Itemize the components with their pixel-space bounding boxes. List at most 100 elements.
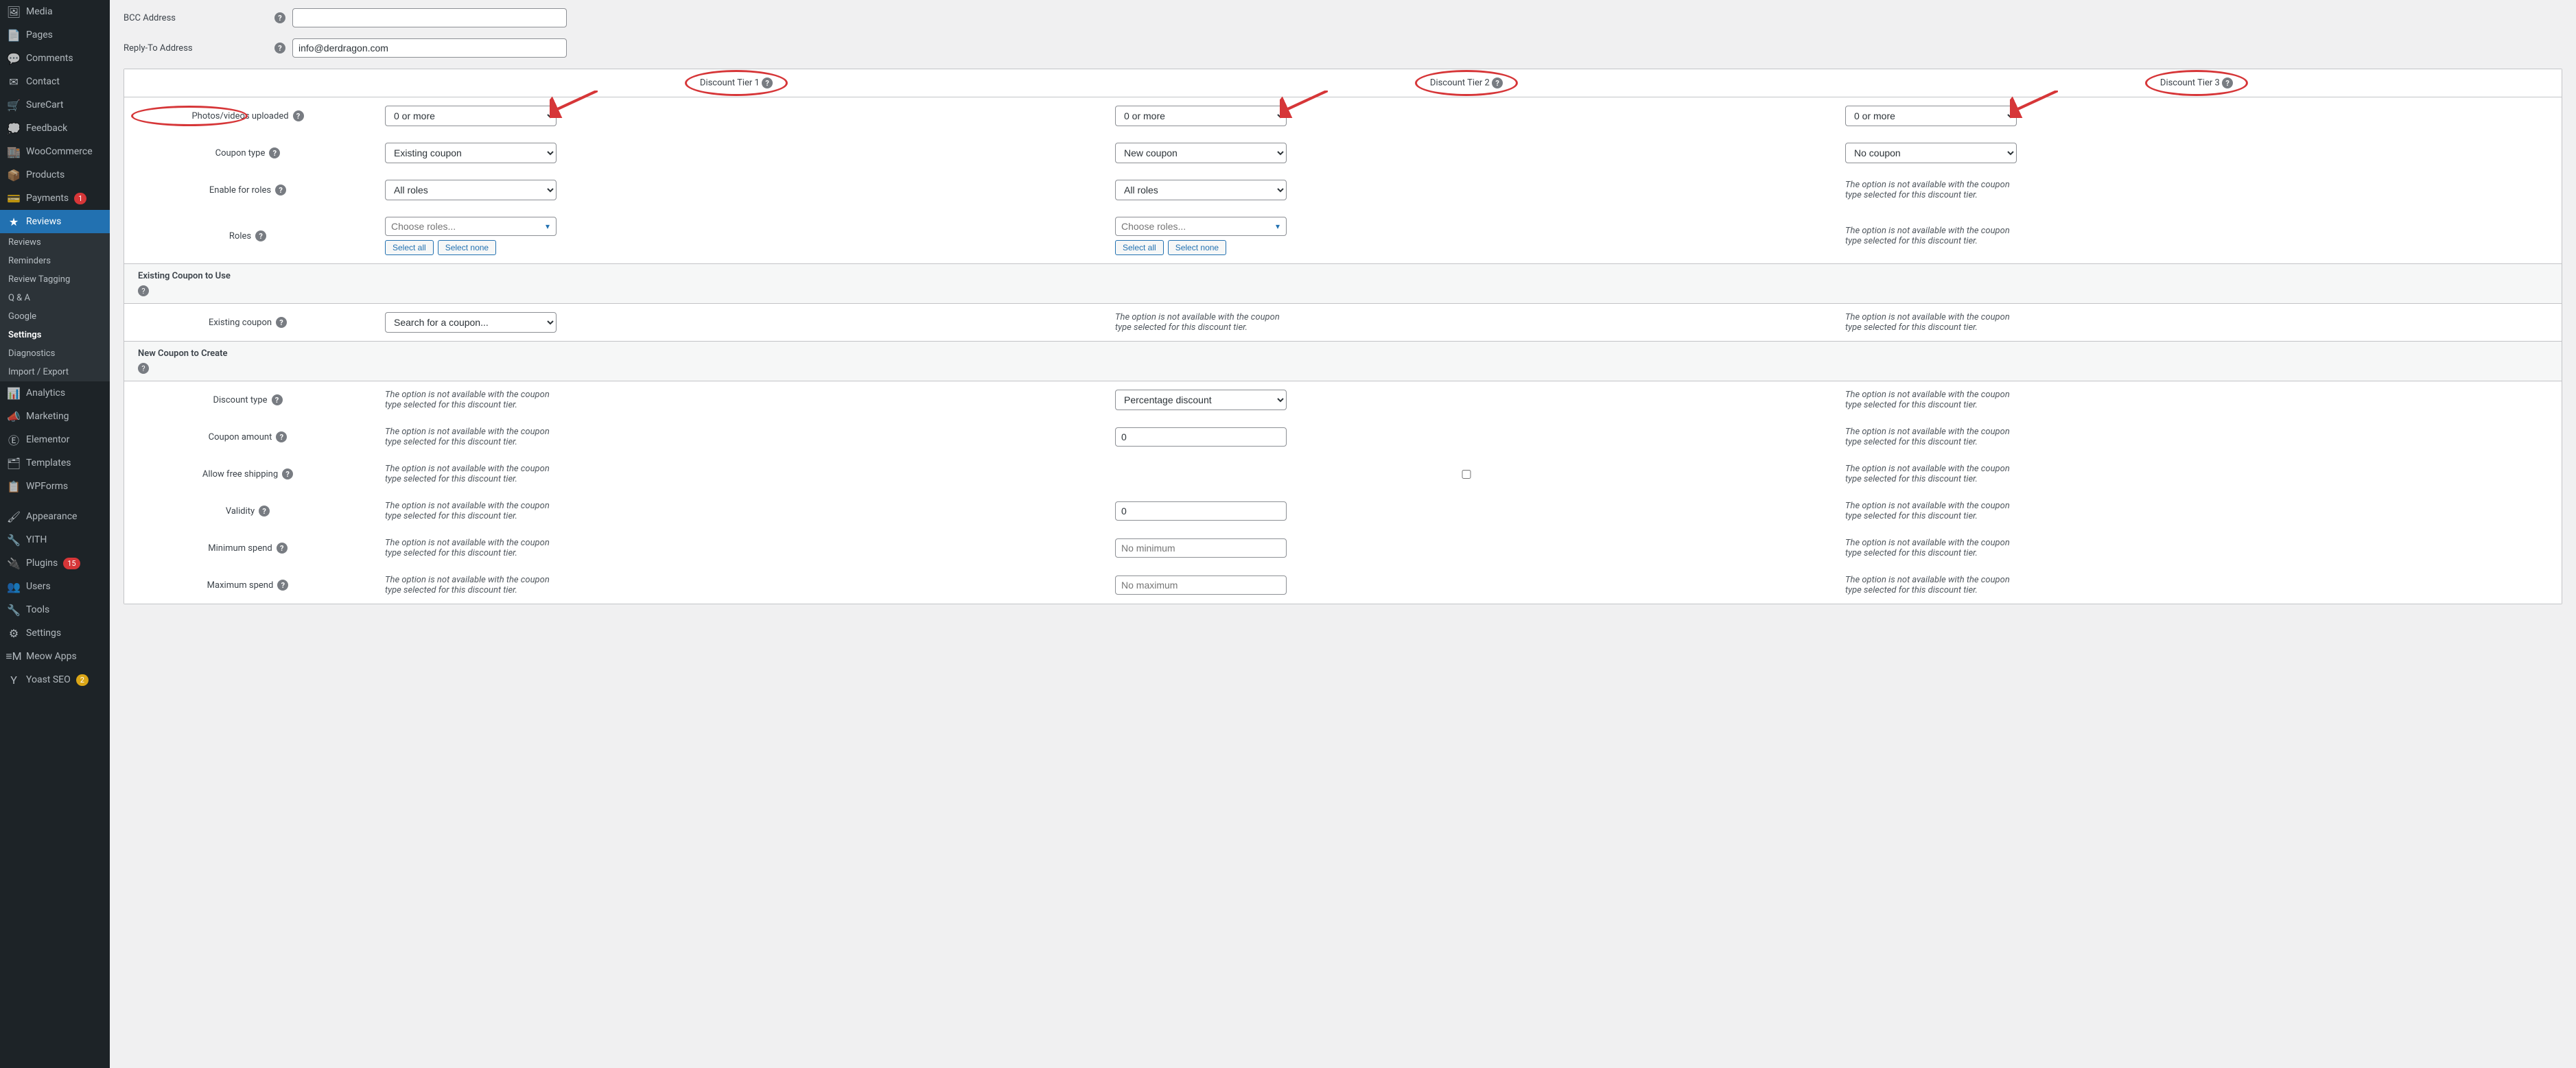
sidebar-item-payments[interactable]: 💳Payments1: [0, 187, 110, 210]
help-icon[interactable]: ?: [255, 230, 266, 241]
sidebar-item-label: Feedback: [26, 123, 67, 134]
coupon-amount-t2[interactable]: [1115, 427, 1287, 447]
sidebar-subitem-reminders[interactable]: Reminders: [0, 252, 110, 270]
sidebar-item-elementor[interactable]: ⒺElementor: [0, 428, 110, 451]
help-icon[interactable]: ?: [282, 468, 293, 479]
elementor-icon: Ⓔ: [7, 433, 21, 447]
sidebar-subitem-review-tagging[interactable]: Review Tagging: [0, 270, 110, 289]
help-icon[interactable]: ?: [276, 431, 287, 442]
plugins-icon: 🔌: [7, 556, 21, 570]
roles-t1-input[interactable]: [385, 217, 557, 236]
sidebar-item-reviews[interactable]: ★Reviews: [0, 210, 110, 233]
help-icon[interactable]: ?: [1492, 78, 1503, 88]
wpforms-icon: 📋: [7, 479, 21, 493]
enable-roles-t2[interactable]: All roles: [1115, 180, 1287, 200]
select-none-button[interactable]: Select none: [1168, 240, 1226, 255]
sidebar-subitem-diagnostics[interactable]: Diagnostics: [0, 344, 110, 363]
help-icon[interactable]: ?: [138, 285, 149, 296]
coupon-type-t2[interactable]: New coupon: [1115, 143, 1287, 163]
sidebar-item-settings[interactable]: ⚙Settings: [0, 621, 110, 645]
payments-icon: 💳: [7, 191, 21, 205]
sidebar-item-users[interactable]: 👥Users: [0, 575, 110, 598]
sidebar-item-analytics[interactable]: 📊Analytics: [0, 381, 110, 405]
sidebar-item-label: Settings: [26, 628, 61, 639]
sidebar-item-meow-apps[interactable]: ≡MMeow Apps: [0, 645, 110, 668]
min-spend-t2[interactable]: [1115, 538, 1287, 558]
existing-coupon-label: Existing coupon: [209, 318, 272, 328]
sidebar-subitem-import-export[interactable]: Import / Export: [0, 363, 110, 381]
help-icon[interactable]: ?: [272, 394, 283, 405]
discount-type-t2[interactable]: Percentage discount: [1115, 390, 1287, 410]
sidebar-item-plugins[interactable]: 🔌Plugins15: [0, 551, 110, 575]
coupon-type-t1[interactable]: Existing coupon: [385, 143, 557, 163]
free-ship-t2-checkbox[interactable]: [1115, 470, 1818, 479]
help-icon[interactable]: ?: [259, 506, 270, 517]
photos-label: Photos/videos uploaded: [191, 111, 288, 121]
roles-t2-input[interactable]: [1115, 217, 1287, 236]
existing-section: Existing Coupon to Use: [138, 271, 358, 281]
help-icon[interactable]: ?: [2222, 78, 2233, 88]
sidebar-item-yith[interactable]: 🔧YITH: [0, 528, 110, 551]
sidebar-subitem-settings[interactable]: Settings: [0, 326, 110, 344]
help-icon[interactable]: ?: [274, 43, 285, 54]
sidebar-item-products[interactable]: 📦Products: [0, 163, 110, 187]
tier3-header: Discount Tier 3: [2160, 78, 2220, 88]
photos-t3-select[interactable]: 0 or more: [1845, 106, 2017, 126]
sidebar-item-feedback[interactable]: 💭Feedback: [0, 117, 110, 140]
sidebar-item-label: Marketing: [26, 411, 69, 422]
help-icon[interactable]: ?: [277, 580, 288, 591]
sidebar-item-surecart[interactable]: 🛒SureCart: [0, 93, 110, 117]
sidebar-subitem-q-a[interactable]: Q & A: [0, 289, 110, 307]
sidebar-subitem-reviews[interactable]: Reviews: [0, 233, 110, 252]
tools-icon: 🔧: [7, 603, 21, 617]
sidebar-item-label: Analytics: [26, 388, 65, 399]
select-all-button[interactable]: Select all: [1115, 240, 1164, 255]
marketing-icon: 📣: [7, 410, 21, 423]
help-icon[interactable]: ?: [275, 185, 286, 195]
unavailable-text: The option is not available with the cou…: [1845, 464, 2024, 484]
sidebar-item-templates[interactable]: 🗂Templates: [0, 451, 110, 475]
sidebar-item-marketing[interactable]: 📣 Marketing: [0, 405, 110, 428]
new-section: New Coupon to Create: [138, 348, 358, 359]
help-icon[interactable]: ?: [269, 147, 280, 158]
help-icon[interactable]: ?: [277, 543, 288, 554]
replyto-input[interactable]: [292, 38, 567, 58]
sidebar-item-woocommerce[interactable]: 🏬WooCommerce: [0, 140, 110, 163]
photos-t2-select[interactable]: 0 or more: [1115, 106, 1287, 126]
photos-t1-select[interactable]: 0 or more: [385, 106, 557, 126]
validity-t2[interactable]: [1115, 501, 1287, 521]
unavailable-text: The option is not available with the cou…: [1845, 390, 2024, 410]
coupon-type-t3[interactable]: No coupon: [1845, 143, 2017, 163]
max-spend-t2[interactable]: [1115, 575, 1287, 595]
enable-roles-t1[interactable]: All roles: [385, 180, 557, 200]
select-all-button[interactable]: Select all: [385, 240, 434, 255]
sidebar-item-media[interactable]: 🖼Media: [0, 0, 110, 23]
reviews-icon: ★: [7, 215, 21, 228]
badge: 2: [76, 674, 89, 686]
existing-coupon-t1[interactable]: Search for a coupon...: [385, 312, 557, 333]
replyto-label: Reply-To Address: [124, 43, 193, 54]
sidebar-item-wpforms[interactable]: 📋WPForms: [0, 475, 110, 498]
sidebar-item-yoast-seo[interactable]: YYoast SEO2: [0, 668, 110, 691]
help-icon[interactable]: ?: [274, 12, 285, 23]
help-icon[interactable]: ?: [293, 110, 304, 121]
unavailable-text: The option is not available with the cou…: [1845, 180, 2024, 200]
bcc-input[interactable]: [292, 8, 567, 27]
select-none-button[interactable]: Select none: [438, 240, 496, 255]
sidebar-subitem-google[interactable]: Google: [0, 307, 110, 326]
unavailable-text: The option is not available with the cou…: [385, 501, 563, 521]
sidebar-item-contact[interactable]: ✉Contact: [0, 70, 110, 93]
help-icon[interactable]: ?: [138, 363, 149, 374]
sidebar-item-appearance[interactable]: 🖌Appearance: [0, 505, 110, 528]
max-spend-label: Maximum spend: [207, 580, 274, 591]
media-icon: 🖼: [7, 5, 21, 19]
sidebar-item-label: Appearance: [26, 511, 77, 522]
sidebar-item-tools[interactable]: 🔧Tools: [0, 598, 110, 621]
help-icon[interactable]: ?: [762, 78, 773, 88]
unavailable-text: The option is not available with the cou…: [1845, 312, 2024, 333]
unavailable-text: The option is not available with the cou…: [385, 427, 563, 447]
sidebar-item-pages[interactable]: 📄Pages: [0, 23, 110, 47]
help-icon[interactable]: ?: [276, 317, 287, 328]
sidebar-item-comments[interactable]: 💬Comments: [0, 47, 110, 70]
roles-label: Roles: [229, 231, 251, 241]
